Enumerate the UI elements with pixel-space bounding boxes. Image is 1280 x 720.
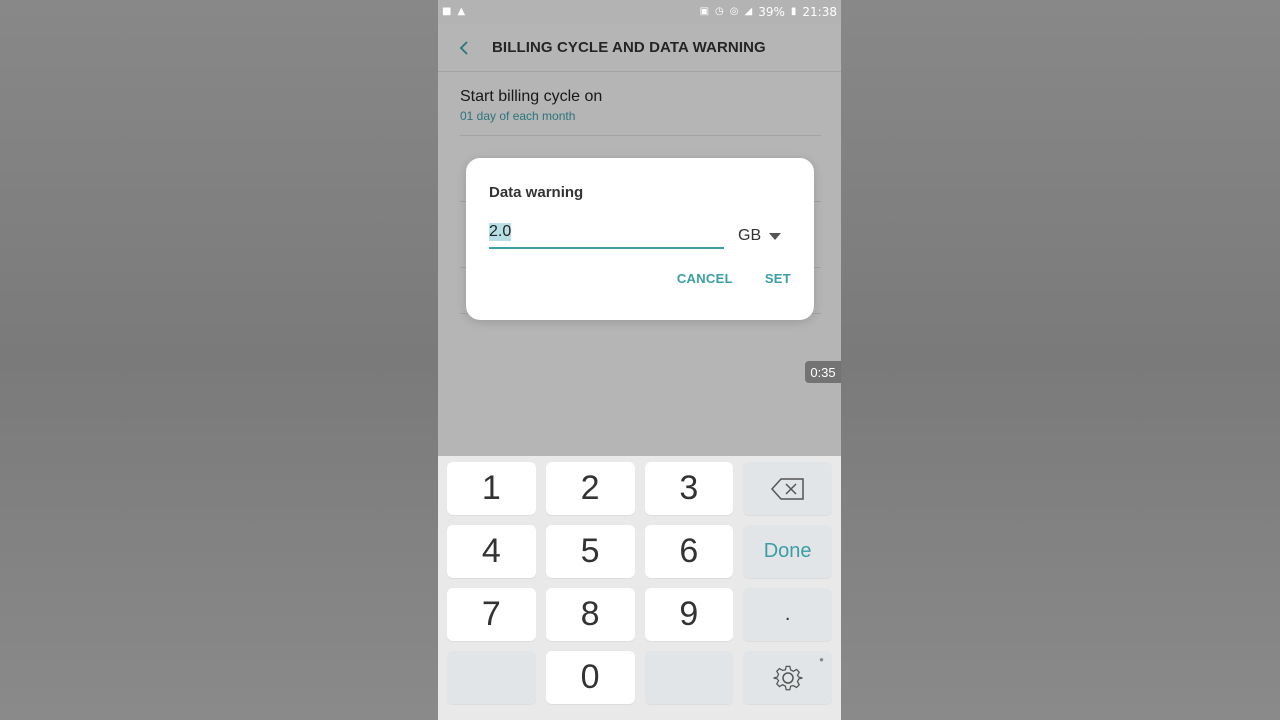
numeric-keyboard: 1 2 3 4 5 6 Done 7 8 9 . 0 ●: [438, 456, 841, 720]
alarm-icon: ◷: [715, 6, 724, 17]
key-1[interactable]: 1: [447, 462, 536, 515]
cancel-button[interactable]: CANCEL: [677, 271, 733, 286]
backspace-key[interactable]: [743, 462, 832, 515]
data-warning-input[interactable]: 2.0: [489, 223, 724, 249]
done-key[interactable]: Done: [743, 525, 832, 578]
unit-dropdown[interactable]: GB: [738, 227, 782, 245]
signal-icon: ◢: [744, 6, 753, 17]
key-4[interactable]: 4: [447, 525, 536, 578]
video-icon: ■: [442, 6, 452, 17]
keyboard-settings-key[interactable]: ●: [743, 651, 832, 704]
key-8[interactable]: 8: [545, 588, 635, 641]
input-value[interactable]: 2.0: [489, 223, 512, 241]
status-bar: ■ ▲ ▣ ◷ ◎ ◢ 39% ▮ 21:38: [438, 0, 841, 24]
dialog-title: Data warning: [489, 184, 584, 201]
backspace-icon: [770, 477, 804, 500]
background-left: [0, 0, 438, 720]
key-2[interactable]: 2: [545, 462, 635, 515]
battery-icon: ▮: [790, 6, 797, 17]
key-6[interactable]: 6: [644, 525, 734, 578]
data-warning-dialog: Data warning 2.0 GB CANCEL SET: [466, 158, 814, 320]
key-9[interactable]: 9: [644, 588, 734, 641]
dot-key[interactable]: .: [743, 588, 832, 641]
cast-icon: ▣: [699, 6, 710, 17]
empty-key: [644, 651, 734, 704]
gear-icon: [773, 665, 803, 690]
background-right: [841, 0, 1280, 720]
key-3[interactable]: 3: [644, 462, 734, 515]
empty-key: [447, 651, 536, 704]
caret-down-icon: [769, 232, 782, 240]
warning-icon: ▲: [457, 6, 466, 17]
indicator-dot: ●: [819, 655, 824, 664]
unit-label: GB: [738, 227, 762, 244]
battery-percent: 39%: [758, 5, 785, 19]
key-7[interactable]: 7: [447, 588, 536, 641]
video-timer-badge: 0:35: [805, 361, 841, 383]
set-button[interactable]: SET: [765, 271, 791, 286]
phone-screen: BILLING CYCLE AND DATA WARNING Start bil…: [438, 0, 841, 720]
key-5[interactable]: 5: [545, 525, 635, 578]
mute-icon: ◎: [729, 6, 739, 17]
key-0[interactable]: 0: [545, 651, 635, 704]
clock: 21:38: [802, 5, 837, 19]
